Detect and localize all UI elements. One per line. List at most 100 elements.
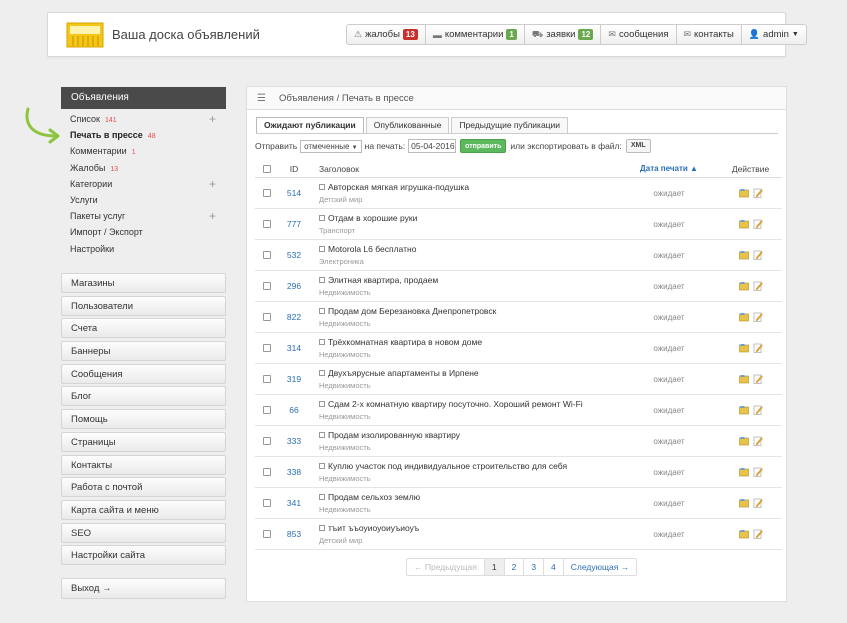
sidebar-item[interactable]: Жалобы 13: [61, 160, 226, 176]
row-id[interactable]: 532: [279, 250, 309, 260]
edit-icon[interactable]: [753, 343, 763, 353]
row-id[interactable]: 338: [279, 467, 309, 477]
user-menu-button[interactable]: 👤 admin ▼: [742, 25, 806, 44]
folder-icon[interactable]: [738, 498, 749, 508]
sidebar-item[interactable]: Комментарии 1: [61, 143, 226, 159]
folder-icon[interactable]: [738, 250, 749, 260]
row-title[interactable]: Куплю участок под индивидуальное строите…: [328, 461, 567, 471]
edit-icon[interactable]: [753, 281, 763, 291]
row-checkbox[interactable]: [263, 282, 271, 290]
row-id[interactable]: 822: [279, 312, 309, 322]
sidebar-item[interactable]: Настройки: [61, 241, 226, 257]
folder-icon[interactable]: [738, 188, 749, 198]
row-checkbox[interactable]: [263, 375, 271, 383]
row-id[interactable]: 66: [279, 405, 309, 415]
folder-icon[interactable]: [738, 467, 749, 477]
row-id[interactable]: 341: [279, 498, 309, 508]
folder-icon[interactable]: [738, 529, 749, 539]
folder-icon[interactable]: [738, 405, 749, 415]
folder-icon[interactable]: [738, 436, 749, 446]
sidebar-menu-item[interactable]: Работа с почтой: [61, 477, 226, 498]
row-id[interactable]: 296: [279, 281, 309, 291]
row-title[interactable]: Отдам в хорошие руки: [328, 213, 417, 223]
edit-icon[interactable]: [753, 188, 763, 198]
row-title[interactable]: Motorola L6 бесплатно: [328, 244, 416, 254]
plus-icon[interactable]: +: [209, 111, 216, 127]
sidebar-item[interactable]: Печать в прессе 48: [61, 127, 226, 143]
page-button[interactable]: 4: [544, 559, 564, 575]
sidebar-menu-item[interactable]: Баннеры: [61, 341, 226, 362]
row-id[interactable]: 314: [279, 343, 309, 353]
messages-button[interactable]: ✉ сообщения: [601, 25, 677, 44]
export-xml-button[interactable]: XML: [625, 139, 651, 153]
print-date-input[interactable]: 05-04-2016: [408, 139, 457, 153]
sidebar-item[interactable]: Пакеты услуг +: [61, 208, 226, 224]
row-title[interactable]: тъит ъъоуиоуоиуъиоуъ: [328, 523, 419, 533]
edit-icon[interactable]: [753, 219, 763, 229]
edit-icon[interactable]: [753, 498, 763, 508]
sidebar-menu-item[interactable]: Магазины: [61, 273, 226, 293]
plus-icon[interactable]: +: [209, 176, 216, 192]
row-checkbox[interactable]: [263, 406, 271, 414]
row-title[interactable]: Элитная квартира, продаем: [328, 275, 438, 285]
column-print-date[interactable]: Дата печати ▲: [619, 164, 719, 173]
row-id[interactable]: 777: [279, 219, 309, 229]
edit-icon[interactable]: [753, 467, 763, 477]
menu-icon[interactable]: ☰: [257, 93, 273, 104]
sidebar-item[interactable]: Категории +: [61, 176, 226, 192]
row-checkbox[interactable]: [263, 530, 271, 538]
select-all-checkbox[interactable]: [263, 164, 271, 173]
edit-icon[interactable]: [753, 529, 763, 539]
row-title[interactable]: Продам изолированную квартиру: [328, 430, 460, 440]
site-title[interactable]: Ваша доска объявлений: [112, 27, 260, 42]
tab-published[interactable]: Опубликованные: [365, 117, 450, 133]
row-checkbox[interactable]: [263, 468, 271, 476]
folder-icon[interactable]: [738, 219, 749, 229]
folder-icon[interactable]: [738, 312, 749, 322]
folder-icon[interactable]: [738, 374, 749, 384]
plus-icon[interactable]: +: [209, 208, 216, 224]
comments-button[interactable]: ▬ комментарии 1: [426, 25, 525, 44]
prev-page-button[interactable]: ← Предыдущая: [407, 559, 485, 575]
selection-select[interactable]: отмеченные ▼: [300, 139, 362, 153]
sidebar-menu-item[interactable]: Счета: [61, 318, 226, 339]
edit-icon[interactable]: [753, 312, 763, 322]
page-button[interactable]: 2: [505, 559, 525, 575]
send-button[interactable]: отправить: [460, 139, 507, 153]
sidebar-menu-item[interactable]: Страницы: [61, 431, 226, 452]
row-title[interactable]: Сдам 2-х комнатную квартиру посуточно. Х…: [328, 399, 583, 409]
logo-icon[interactable]: [66, 22, 104, 48]
sidebar-menu-item[interactable]: Контакты: [61, 454, 226, 475]
folder-icon[interactable]: [738, 281, 749, 291]
edit-icon[interactable]: [753, 374, 763, 384]
edit-icon[interactable]: [753, 250, 763, 260]
sidebar-menu-item[interactable]: SEO: [61, 522, 226, 543]
logout-button[interactable]: Выход →: [61, 578, 226, 599]
row-title[interactable]: Авторская мягкая игрушка-подушка: [328, 182, 469, 192]
sidebar-menu-item[interactable]: Сообщения: [61, 363, 226, 384]
sidebar-item[interactable]: Список 141 +: [61, 111, 226, 127]
sidebar-menu-item[interactable]: Блог: [61, 386, 226, 407]
row-id[interactable]: 319: [279, 374, 309, 384]
row-id[interactable]: 853: [279, 529, 309, 539]
row-checkbox[interactable]: [263, 499, 271, 507]
folder-icon[interactable]: [738, 343, 749, 353]
contacts-button[interactable]: ✉ контакты: [677, 25, 742, 44]
sidebar-menu-item[interactable]: Настройки сайта: [61, 545, 226, 566]
row-id[interactable]: 514: [279, 188, 309, 198]
row-checkbox[interactable]: [263, 251, 271, 259]
row-title[interactable]: Трёхкомнатная квартира в новом доме: [328, 337, 482, 347]
sidebar-menu-item[interactable]: Пользователи: [61, 295, 226, 316]
tab-pending[interactable]: Ожидают публикации: [256, 117, 364, 133]
row-title[interactable]: Продам сельхоз землю: [328, 492, 420, 502]
row-title[interactable]: Двухъярусные апартаменты в Ирпене: [328, 368, 479, 378]
sidebar-menu-item[interactable]: Карта сайта и меню: [61, 499, 226, 520]
row-checkbox[interactable]: [263, 437, 271, 445]
sidebar-menu-item[interactable]: Помощь: [61, 409, 226, 430]
row-id[interactable]: 333: [279, 436, 309, 446]
complaints-button[interactable]: ⚠ жалобы 13: [347, 25, 426, 44]
page-button[interactable]: 1: [484, 559, 505, 575]
row-checkbox[interactable]: [263, 313, 271, 321]
sidebar-section-title[interactable]: Объявления: [61, 87, 226, 109]
row-checkbox[interactable]: [263, 220, 271, 228]
